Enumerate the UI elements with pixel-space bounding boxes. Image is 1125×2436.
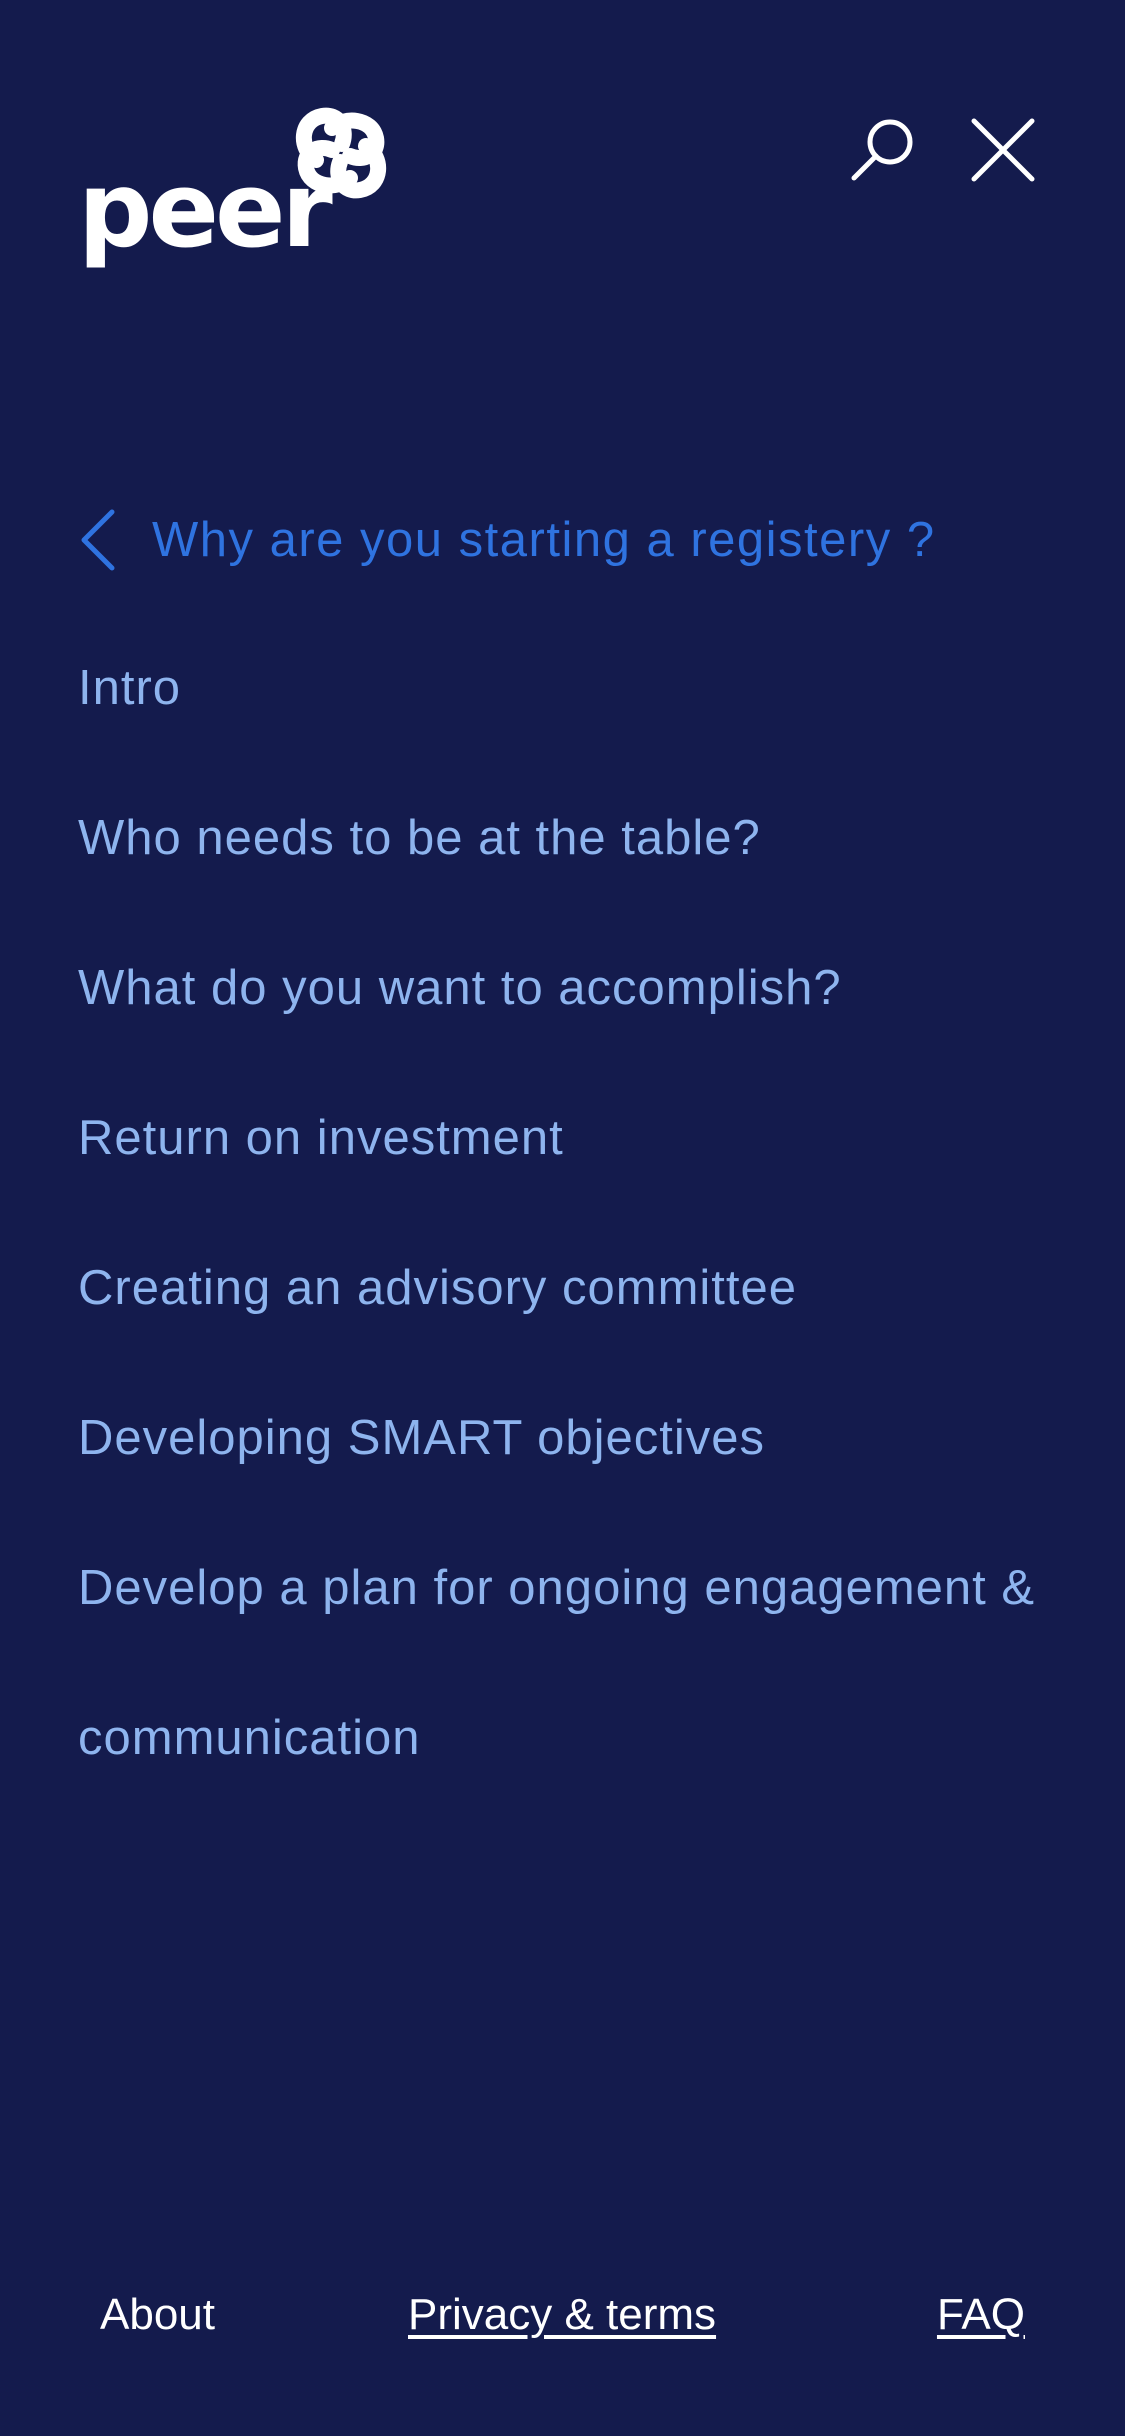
menu-item-develop-a-plan[interactable]: Develop a plan for ongoing engagement & … bbox=[78, 1513, 1058, 1813]
menu-item-developing-smart-objectives[interactable]: Developing SMART objectives bbox=[78, 1363, 1058, 1513]
search-icon bbox=[851, 119, 913, 181]
footer-about-link[interactable]: About bbox=[100, 2290, 215, 2340]
search-button[interactable] bbox=[848, 115, 918, 185]
menu-item-creating-an-advisory-committee[interactable]: Creating an advisory committee bbox=[78, 1213, 1058, 1363]
peer-logo[interactable]: peer bbox=[78, 98, 398, 268]
footer-privacy-link[interactable]: Privacy & terms bbox=[408, 2290, 716, 2340]
footer: About Privacy & terms FAQ bbox=[0, 2290, 1125, 2350]
back-link-label: Why are you starting a registery ? bbox=[152, 513, 936, 567]
close-icon bbox=[971, 118, 1035, 182]
navigation-menu-screen: peer Why are you starting a registery ? … bbox=[0, 0, 1125, 2436]
menu-item-intro[interactable]: Intro bbox=[78, 653, 1058, 723]
chevron-left-icon bbox=[81, 509, 115, 571]
menu-list: Intro Who needs to be at the table? What… bbox=[78, 653, 1058, 1813]
menu-item-return-on-investment[interactable]: Return on investment bbox=[78, 1063, 1058, 1213]
menu-item-what-do-you-want-to-accomplish[interactable]: What do you want to accomplish? bbox=[78, 913, 1058, 1063]
back-link[interactable]: Why are you starting a registery ? bbox=[78, 505, 1058, 575]
section-menu: Why are you starting a registery ? Intro… bbox=[78, 505, 1058, 1813]
logo-wordmark: peer bbox=[78, 149, 333, 271]
close-button[interactable] bbox=[968, 115, 1038, 185]
menu-item-who-needs-to-be-at-the-table[interactable]: Who needs to be at the table? bbox=[78, 763, 1058, 913]
footer-faq-link[interactable]: FAQ bbox=[937, 2290, 1025, 2340]
